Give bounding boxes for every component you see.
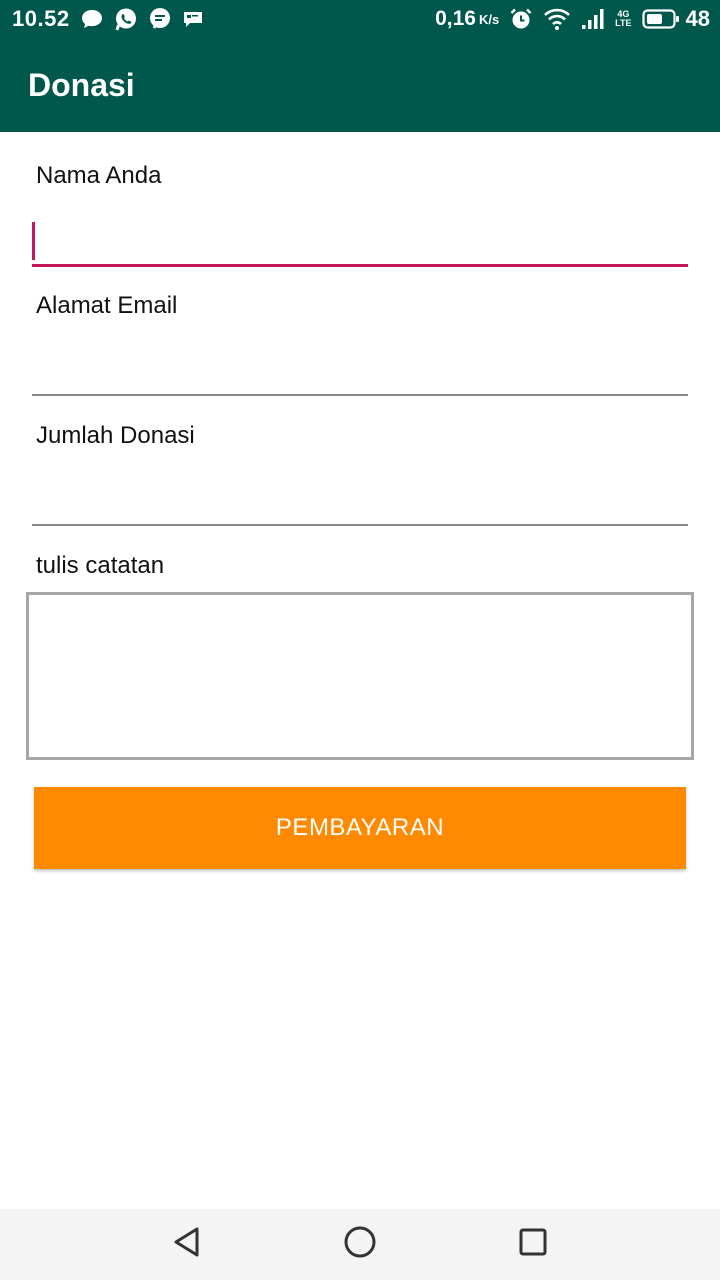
sim-card-icon	[182, 10, 204, 28]
chat-bubble-icon	[80, 8, 104, 30]
name-input[interactable]	[32, 218, 688, 264]
status-time: 10.52	[12, 6, 70, 31]
network-speed-unit: K/s	[478, 11, 500, 27]
message-icon	[148, 7, 172, 31]
notes-textarea[interactable]	[26, 592, 694, 760]
network-type-bottom: LTE	[615, 18, 632, 28]
navigation-bar	[0, 1209, 720, 1280]
home-button[interactable]	[330, 1215, 390, 1275]
app-bar: Donasi	[0, 38, 720, 132]
recents-button[interactable]	[503, 1215, 563, 1275]
home-icon	[343, 1225, 377, 1264]
status-bar-left: 10.52	[12, 6, 214, 32]
battery-level: 48	[685, 6, 710, 31]
amount-input-underline	[32, 524, 688, 526]
status-bar-right: 0,16 K/s 4G LTE 48	[435, 6, 710, 32]
name-label: Nama Anda	[36, 162, 162, 189]
page-title: Donasi	[28, 66, 135, 103]
notes-label: tulis catatan	[36, 552, 165, 579]
battery-icon	[641, 9, 680, 29]
whatsapp-icon	[114, 7, 138, 31]
recents-icon	[518, 1227, 548, 1262]
wifi-icon	[543, 7, 571, 31]
network-type-icon: 4G LTE	[615, 10, 631, 28]
network-speed: 0,16	[435, 7, 476, 30]
payment-button[interactable]: PEMBAYARAN	[34, 787, 686, 869]
email-input[interactable]	[32, 348, 688, 394]
alarm-icon	[509, 7, 533, 31]
email-label: Alamat Email	[36, 292, 178, 319]
amount-label: Jumlah Donasi	[36, 422, 195, 449]
status-bar: 10.52 0,16 K/s 4G LTE 48	[0, 0, 720, 38]
back-icon	[172, 1226, 202, 1263]
amount-input[interactable]	[32, 478, 688, 524]
name-input-underline	[32, 264, 688, 267]
back-button[interactable]	[157, 1215, 217, 1275]
email-input-underline	[32, 394, 688, 396]
signal-icon	[581, 8, 605, 30]
